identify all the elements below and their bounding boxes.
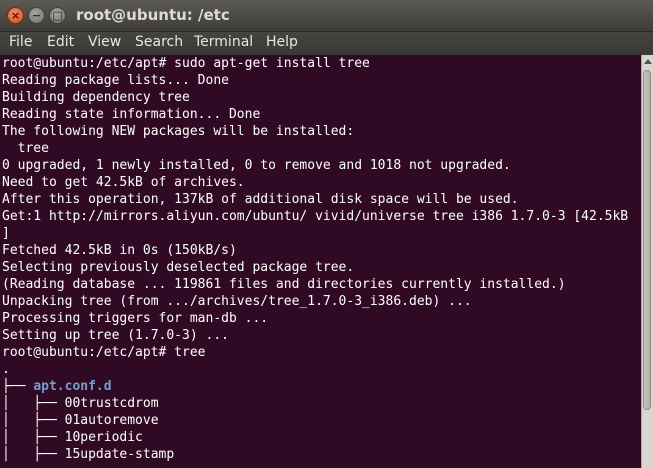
terminal-line: (Reading database ... 119861 files and d… <box>2 277 566 292</box>
menu-bar: File Edit View Search Terminal Help <box>0 32 653 55</box>
menu-edit[interactable]: Edit <box>47 34 74 50</box>
terminal-line: Processing triggers for man-db ... <box>2 311 269 326</box>
close-icon: × <box>10 9 21 22</box>
scrollbar-thumb[interactable] <box>643 70 651 410</box>
tree-file-entry: │ ├── 00trustcdrom <box>2 396 159 411</box>
terminal-line: Building dependency tree <box>2 90 190 105</box>
maximize-icon: □ <box>52 9 63 22</box>
terminal-prompt-line: root@ubuntu:/etc/apt# tree <box>2 345 206 360</box>
maximize-button[interactable]: □ <box>49 7 66 24</box>
close-button[interactable]: × <box>7 7 24 24</box>
terminal-line: 0 upgraded, 1 newly installed, 0 to remo… <box>2 158 511 173</box>
vertical-scrollbar[interactable] <box>641 55 653 468</box>
terminal-line: Fetched 42.5kB in 0s (150kB/s) <box>2 243 237 258</box>
terminal-line: root@ubuntu:/etc/apt# sudo apt-get insta… <box>2 56 370 71</box>
terminal-line: Reading package lists... Done <box>2 73 229 88</box>
tree-file-entry: │ ├── 10periodic <box>2 430 143 445</box>
tree-branch: ├── <box>2 379 34 394</box>
menu-file[interactable]: File <box>9 34 32 50</box>
terminal-line: ] <box>2 226 10 241</box>
minimize-button[interactable]: − <box>28 7 45 24</box>
directory-name: apt.conf.d <box>33 379 112 394</box>
terminal-line: After this operation, 137kB of additiona… <box>2 192 519 207</box>
terminal-line: Unpacking tree (from .../archives/tree_1… <box>2 294 472 309</box>
terminal-line: Get:1 http://mirrors.aliyun.com/ubuntu/ … <box>2 209 629 224</box>
menu-view[interactable]: View <box>88 34 121 50</box>
terminal-line: Selecting previously deselected package … <box>2 260 355 275</box>
title-bar[interactable]: × − □ root@ubuntu: /etc <box>0 0 653 32</box>
menu-search[interactable]: Search <box>135 34 183 50</box>
scroll-up-arrow-icon[interactable] <box>643 56 652 67</box>
terminal-line: tree <box>2 141 49 156</box>
tree-directory-entry: ├── apt.conf.d <box>0 378 641 395</box>
terminal-line: Setting up tree (1.7.0-3) ... <box>2 328 229 343</box>
terminal-window: × − □ root@ubuntu: /etc File Edit View S… <box>0 0 653 468</box>
tree-file-entry: │ ├── 01autoremove <box>2 413 159 428</box>
menu-terminal[interactable]: Terminal <box>194 34 253 50</box>
window-title: root@ubuntu: /etc <box>76 6 230 24</box>
terminal-line: The following NEW packages will be insta… <box>2 124 355 139</box>
terminal-line: Need to get 42.5kB of archives. <box>2 175 245 190</box>
tree-file-entry: │ ├── 15update-stamp <box>2 447 175 462</box>
terminal-line: Reading state information... Done <box>2 107 261 122</box>
tree-root: . <box>2 362 10 377</box>
terminal-output[interactable]: root@ubuntu:/etc/apt# sudo apt-get insta… <box>0 55 641 468</box>
minimize-icon: − <box>31 9 42 22</box>
menu-help[interactable]: Help <box>266 34 298 50</box>
